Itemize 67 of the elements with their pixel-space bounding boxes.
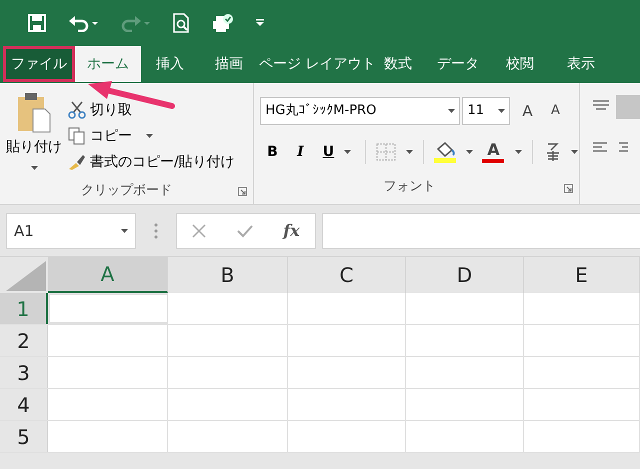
format-painter-button[interactable]: 書式のコピー/貼り付け xyxy=(68,151,235,173)
close-icon[interactable] xyxy=(192,224,206,238)
ribbon-tab[interactable]: 挿入 xyxy=(141,46,199,82)
font-name-dropdown[interactable]: HG丸ｺﾞｼｯｸM-PRO xyxy=(260,97,460,125)
group-label: クリップボード xyxy=(81,182,172,200)
caret-icon xyxy=(146,134,153,138)
caret-icon xyxy=(30,166,38,170)
group-label: フォント xyxy=(384,178,436,196)
row-header[interactable]: 4 xyxy=(0,389,48,420)
column-header[interactable]: D xyxy=(406,257,524,293)
ribbon-tab[interactable]: 描画 xyxy=(199,46,259,82)
column-header[interactable]: C xyxy=(288,257,406,293)
font-color-button[interactable]: A xyxy=(487,141,500,159)
dialog-launcher-icon[interactable] xyxy=(238,187,248,196)
ribbon-tab[interactable]: ファイル xyxy=(3,46,75,82)
row-header[interactable]: 5 xyxy=(0,421,48,452)
borders-icon[interactable] xyxy=(376,143,396,161)
row-header[interactable]: 3 xyxy=(0,357,48,388)
checkmark-icon[interactable] xyxy=(236,224,253,238)
font-size-dropdown[interactable]: 11 xyxy=(462,97,510,125)
ribbon-tab[interactable]: 校閲 xyxy=(489,46,551,82)
row-header[interactable]: 2 xyxy=(0,325,48,356)
font-color-bar xyxy=(482,159,504,163)
paste-button[interactable]: 貼り付け xyxy=(0,91,68,178)
bold-button[interactable]: B xyxy=(260,142,284,162)
ribbon-tab[interactable]: データ xyxy=(427,46,489,82)
copy-button[interactable]: コピー xyxy=(68,125,235,147)
customize-toolbar-icon[interactable] xyxy=(256,18,264,26)
ribbon-tab[interactable]: 表示 xyxy=(551,46,611,82)
underline-button[interactable]: U xyxy=(316,142,340,162)
print-preview-icon[interactable] xyxy=(172,12,190,32)
printer-icon[interactable] xyxy=(212,12,234,32)
caret-icon xyxy=(121,229,128,233)
middle-align-button[interactable] xyxy=(616,95,640,119)
increase-font-size-button[interactable]: A xyxy=(514,100,540,122)
caret-icon[interactable] xyxy=(344,150,352,154)
column-header[interactable]: A xyxy=(48,257,168,293)
scissors-icon xyxy=(68,101,86,119)
caret-icon[interactable] xyxy=(571,150,578,154)
phonetic-guide-icon[interactable] xyxy=(545,142,562,162)
copy-icon xyxy=(68,127,86,145)
ribbon-tab[interactable]: ホーム xyxy=(75,46,141,82)
column-header[interactable]: E xyxy=(524,257,640,293)
column-header[interactable]: B xyxy=(168,257,288,293)
align-center-icon[interactable] xyxy=(618,141,628,153)
italic-button[interactable]: I xyxy=(288,142,312,162)
caret-icon xyxy=(448,109,456,113)
paintbrush-icon xyxy=(68,153,86,171)
save-icon[interactable] xyxy=(28,14,46,32)
formula-input-field[interactable] xyxy=(322,213,640,249)
caret-icon xyxy=(498,109,506,113)
cell[interactable] xyxy=(48,293,168,324)
redo-icon[interactable] xyxy=(120,14,150,32)
name-box[interactable]: A1 xyxy=(6,213,136,249)
caret-icon[interactable] xyxy=(406,150,414,154)
grip-icon xyxy=(154,223,158,239)
dialog-launcher-icon[interactable] xyxy=(564,184,573,193)
decrease-font-size-button[interactable]: A xyxy=(542,101,568,121)
align-left-icon[interactable] xyxy=(592,141,608,153)
caret-icon[interactable] xyxy=(466,150,474,154)
caret-icon[interactable] xyxy=(515,150,522,154)
insert-function-button[interactable]: fx xyxy=(283,219,300,243)
row-header[interactable]: 1 xyxy=(0,293,48,324)
clipboard-icon xyxy=(16,91,52,133)
undo-icon[interactable] xyxy=(68,14,98,32)
cut-button[interactable]: 切り取 xyxy=(68,99,235,121)
fill-color-icon[interactable] xyxy=(434,141,458,163)
